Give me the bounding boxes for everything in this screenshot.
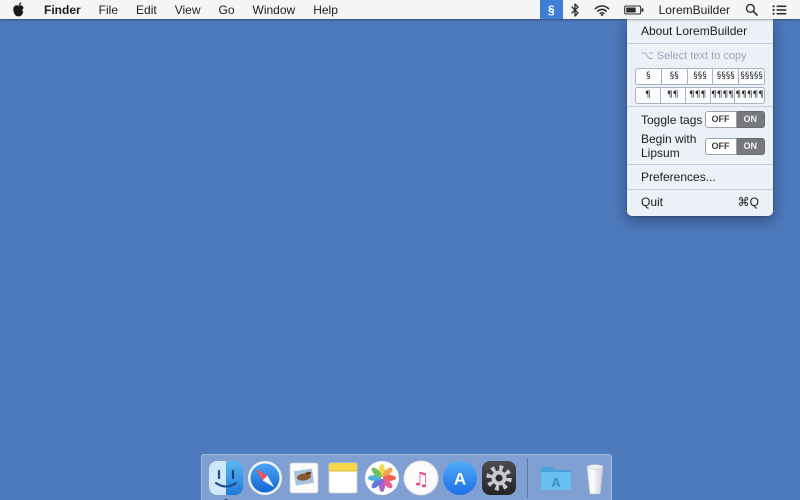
toggle-off-segment[interactable]: OFF [705,138,737,155]
apple-menu[interactable] [0,0,35,19]
svg-text:A: A [454,469,466,488]
battery-icon [624,5,644,15]
dock-item-photos[interactable] [364,460,400,496]
bluetooth-icon [570,3,580,17]
menu-item-preferences[interactable]: Preferences... [627,167,773,187]
menu-item-quit[interactable]: Quit ⌘Q [627,192,773,212]
safari-icon [247,460,283,496]
quit-label: Quit [641,195,663,209]
status-app-title[interactable]: LoremBuilder [651,3,738,17]
preferences-label: Preferences... [641,170,716,184]
section-count-selector: § §§ §§§ §§§§ §§§§§ [635,68,765,85]
section-count-3[interactable]: §§§ [688,68,714,85]
itunes-icon: ♫ [403,460,439,496]
section-count-1[interactable]: § [635,68,662,85]
menu-bar: Finder File Edit View Go Window Help § [0,0,800,19]
finder-icon [208,460,244,496]
menu-bar-status-area: § LoremBuilder [540,0,800,19]
paragraph-count-selector: ¶ ¶¶ ¶¶¶ ¶¶¶¶ ¶¶¶¶¶ [635,87,765,104]
battery-status[interactable] [617,0,651,19]
copy-hint-label: ⌥ Select text to copy [641,49,747,63]
search-icon [745,3,758,16]
dock-item-app-store[interactable]: A [442,460,478,496]
dock: ♫ A A [201,454,612,500]
begin-with-lipsum-label: Begin with Lipsum [641,132,705,160]
wifi-status[interactable] [587,0,617,19]
dock-item-system-preferences[interactable] [481,460,517,496]
menu-separator [627,43,773,44]
dock-item-notes[interactable] [325,460,361,496]
preview-icon [286,460,322,496]
dock-divider [527,458,528,498]
paragraph-count-2[interactable]: ¶¶ [661,87,686,104]
trash-icon [577,460,613,496]
menu-separator [627,106,773,107]
menu-item-about[interactable]: About LoremBuilder [627,21,773,41]
menu-file[interactable]: File [90,0,127,19]
toggle-off-segment[interactable]: OFF [705,111,737,128]
dock-item-safari[interactable] [247,460,283,496]
toggle-on-segment[interactable]: ON [737,138,766,155]
app-store-icon: A [442,460,478,496]
menu-help[interactable]: Help [304,0,347,19]
begin-with-lipsum-row: Begin with Lipsum OFF ON [627,130,773,162]
dock-item-applications-folder[interactable]: A [538,460,574,496]
begin-with-lipsum-switch[interactable]: OFF ON [705,138,766,155]
wifi-icon [594,4,610,16]
about-label: About LoremBuilder [641,24,747,38]
menu-window[interactable]: Window [244,0,305,19]
notes-icon [325,460,361,496]
menu-bar-left: Finder File Edit View Go Window Help [0,0,347,19]
quit-shortcut: ⌘Q [738,195,759,209]
menu-view[interactable]: View [166,0,210,19]
photos-icon [364,460,400,496]
menu-app-name[interactable]: Finder [35,0,90,19]
section-count-2[interactable]: §§ [662,68,688,85]
menu-separator [627,164,773,165]
notification-center[interactable] [765,0,794,19]
dock-item-preview[interactable] [286,460,322,496]
applications-folder-icon: A [538,460,574,496]
menu-edit[interactable]: Edit [127,0,166,19]
section-count-5[interactable]: §§§§§ [739,68,765,85]
dock-item-itunes[interactable]: ♫ [403,460,439,496]
paragraph-count-5[interactable]: ¶¶¶¶¶ [735,87,765,104]
menu-go[interactable]: Go [210,0,244,19]
paragraph-count-4[interactable]: ¶¶¶¶ [711,87,736,104]
bluetooth-status[interactable] [563,0,587,19]
dock-item-finder[interactable] [208,460,244,496]
paragraph-count-3[interactable]: ¶¶¶ [686,87,711,104]
system-preferences-icon [481,460,517,496]
spotlight-search[interactable] [738,0,765,19]
lorembuilder-menu-extra[interactable]: § [540,0,563,19]
lorembuilder-menu: About LoremBuilder ⌥ Select text to copy… [627,19,773,216]
menu-separator [627,189,773,190]
toggle-tags-row: Toggle tags OFF ON [627,109,773,130]
paragraph-count-1[interactable]: ¶ [635,87,661,104]
notification-center-icon [772,4,787,16]
section-menu-extra-icon: § [548,3,555,17]
section-count-4[interactable]: §§§§ [713,68,739,85]
svg-text:A: A [551,475,561,490]
menu-item-copy-hint: ⌥ Select text to copy [627,46,773,66]
dock-item-trash[interactable] [577,460,613,496]
svg-text:♫: ♫ [412,468,429,490]
toggle-on-segment[interactable]: ON [737,111,766,128]
toggle-tags-label: Toggle tags [641,113,702,127]
apple-icon [12,2,25,17]
toggle-tags-switch[interactable]: OFF ON [705,111,766,128]
